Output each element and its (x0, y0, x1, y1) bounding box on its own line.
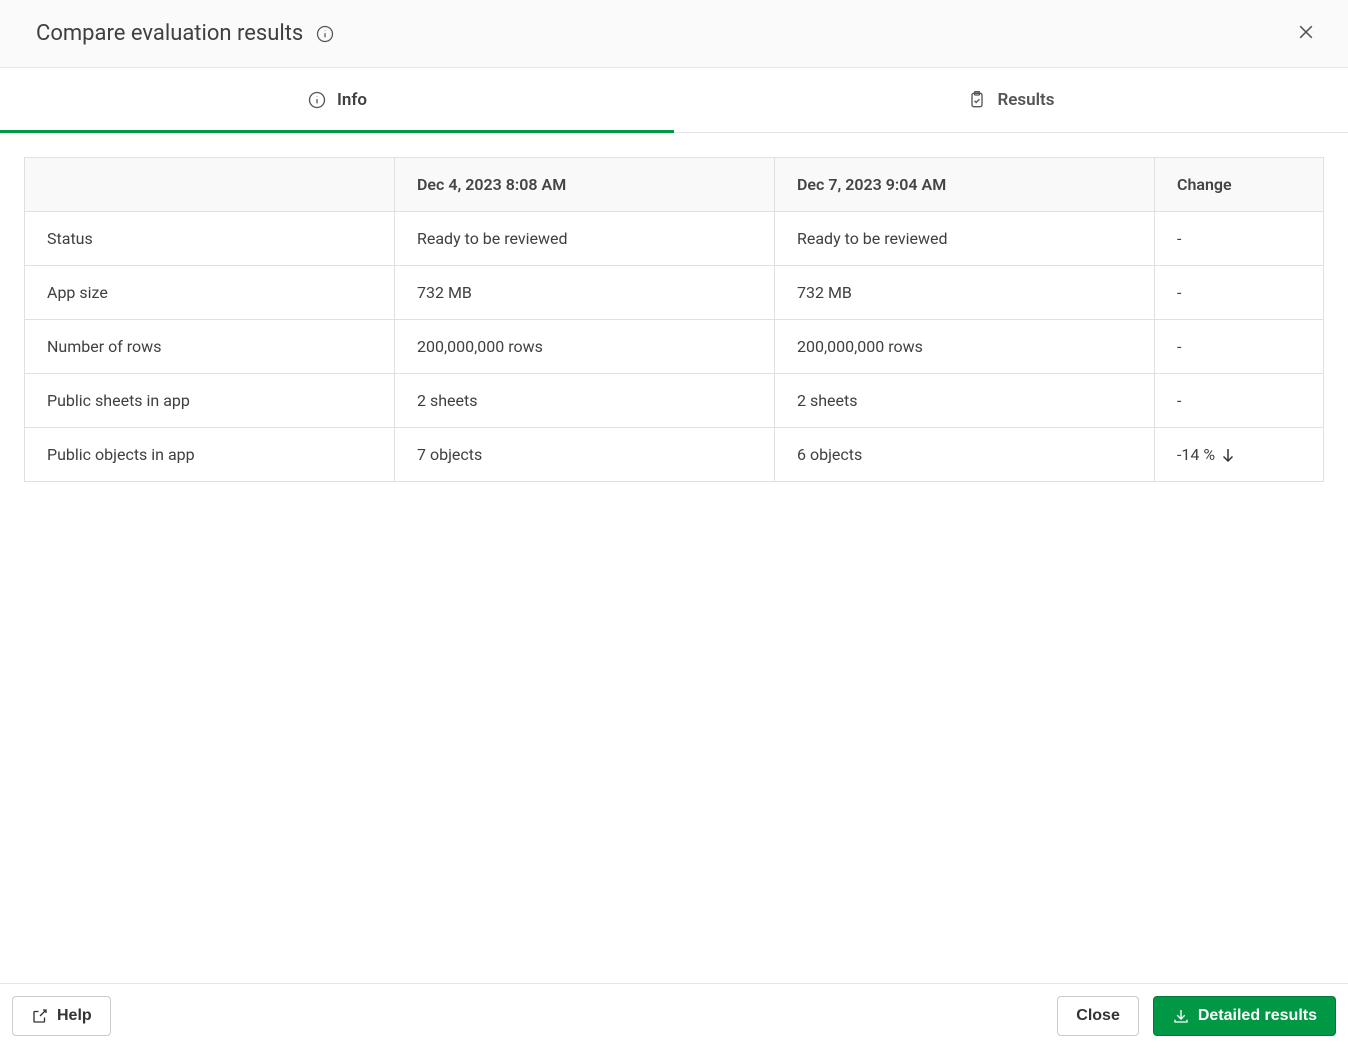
help-label: Help (57, 1007, 92, 1025)
help-button[interactable]: Help (12, 996, 111, 1036)
page-title: Compare evaluation results (36, 21, 303, 46)
detailed-label: Detailed results (1198, 1007, 1317, 1025)
value-b-cell: 732 MB (775, 266, 1155, 320)
value-b-cell: Ready to be reviewed (775, 212, 1155, 266)
change-cell: - (1155, 320, 1324, 374)
table-row: Number of rows200,000,000 rows200,000,00… (25, 320, 1324, 374)
footer-right-group: Close Detailed results (1057, 996, 1336, 1036)
value-a-cell: 7 objects (395, 428, 775, 482)
dialog-footer: Help Close Detailed results (0, 983, 1348, 1048)
info-icon (307, 90, 327, 110)
value-b-cell: 200,000,000 rows (775, 320, 1155, 374)
table-header-metric (25, 158, 395, 212)
change-cell: - (1155, 212, 1324, 266)
table-row: StatusReady to be reviewedReady to be re… (25, 212, 1324, 266)
tab-label: Info (337, 90, 367, 110)
value-a-cell: Ready to be reviewed (395, 212, 775, 266)
dialog-header: Compare evaluation results (0, 0, 1348, 68)
metric-cell: Number of rows (25, 320, 395, 374)
tab-bar: Info Results (0, 68, 1348, 133)
content-area: Dec 4, 2023 8:08 AM Dec 7, 2023 9:04 AM … (0, 133, 1348, 983)
value-b-cell: 6 objects (775, 428, 1155, 482)
detailed-results-button[interactable]: Detailed results (1153, 996, 1336, 1036)
metric-cell: Public sheets in app (25, 374, 395, 428)
header-title-group: Compare evaluation results (36, 21, 335, 46)
table-header-b: Dec 7, 2023 9:04 AM (775, 158, 1155, 212)
change-cell: - (1155, 266, 1324, 320)
tab-info[interactable]: Info (0, 68, 674, 132)
value-a-cell: 732 MB (395, 266, 775, 320)
external-link-icon (31, 1007, 49, 1025)
clipboard-check-icon (967, 90, 987, 110)
tab-results[interactable]: Results (674, 68, 1348, 132)
close-button[interactable]: Close (1057, 996, 1139, 1036)
value-b-cell: 2 sheets (775, 374, 1155, 428)
close-icon[interactable] (1292, 18, 1320, 49)
value-a-cell: 2 sheets (395, 374, 775, 428)
download-icon (1172, 1007, 1190, 1025)
change-cell: - (1155, 374, 1324, 428)
value-a-cell: 200,000,000 rows (395, 320, 775, 374)
info-icon[interactable] (315, 24, 335, 44)
arrow-down-icon (1219, 446, 1237, 464)
tab-label: Results (997, 90, 1054, 110)
table-row: Public sheets in app2 sheets2 sheets- (25, 374, 1324, 428)
change-value: -14 % (1177, 445, 1215, 464)
metric-cell: Public objects in app (25, 428, 395, 482)
table-header-a: Dec 4, 2023 8:08 AM (395, 158, 775, 212)
metric-cell: Status (25, 212, 395, 266)
table-row: Public objects in app7 objects6 objects -… (25, 428, 1324, 482)
metric-cell: App size (25, 266, 395, 320)
change-cell: -14 % (1155, 428, 1324, 482)
close-label: Close (1076, 1007, 1120, 1025)
table-row: App size732 MB732 MB- (25, 266, 1324, 320)
comparison-table: Dec 4, 2023 8:08 AM Dec 7, 2023 9:04 AM … (24, 157, 1324, 482)
table-header-change: Change (1155, 158, 1324, 212)
